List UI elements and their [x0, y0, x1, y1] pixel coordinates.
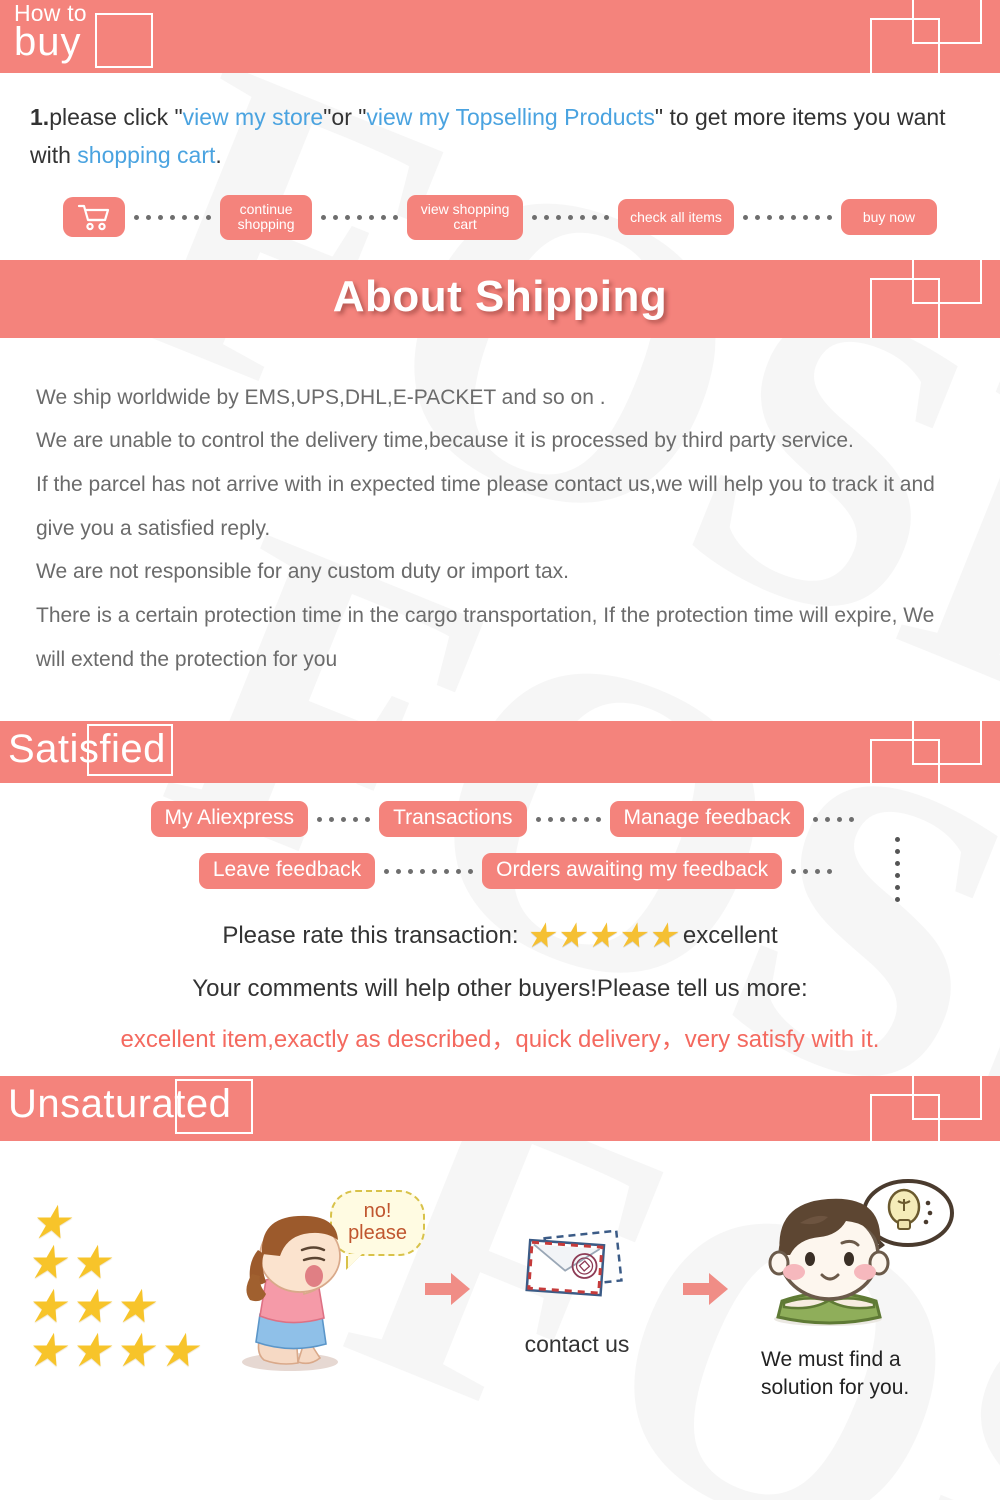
flow-connector-dots — [527, 816, 610, 822]
feedback-step-my-aliexpress[interactable]: My Aliexpress — [150, 801, 309, 838]
flow-connector-dots-vertical — [895, 837, 900, 903]
feedback-flow-diagram: My Aliexpress Transactions Manage feedba… — [0, 801, 1000, 903]
squares-decoration-icon-2 — [870, 739, 940, 784]
flow-connector-dots — [312, 214, 407, 220]
feedback-step-transactions[interactable]: Transactions — [379, 801, 527, 838]
star-icon: ★ — [157, 1323, 199, 1376]
satisfied-section: My Aliexpress Transactions Manage feedba… — [0, 783, 1000, 1062]
squares-decoration-icon-2 — [870, 1094, 940, 1142]
intro-paragraph: 1.please click "view my store"or "view m… — [0, 73, 1000, 181]
intro-text-1: please click " — [49, 104, 183, 130]
squares-decoration-icon-2 — [870, 18, 940, 73]
thinking-boy-icon — [768, 1178, 954, 1326]
feedback-flow-row-1: My Aliexpress Transactions Manage feedba… — [0, 801, 1000, 838]
rating-stars[interactable]: ★ ★ ★ ★ ★ — [525, 919, 677, 953]
unsaturated-illustration-row: ★ ★ ★ ★ ★ ★ ★ ★ ★ ★ no! please contact u… — [0, 1141, 1000, 1431]
flow-connector-dots — [375, 868, 482, 874]
flow-connector-dots — [804, 816, 863, 822]
airmail-envelope-icon — [525, 1229, 623, 1297]
contact-us-label: contact us — [524, 1330, 630, 1357]
comment-prompt: Your comments will help other buyers!Ple… — [192, 975, 808, 1003]
satisfied-banner: Satisfied — [0, 721, 1000, 784]
flow-connector-dots — [523, 214, 618, 220]
unsaturated-banner: Unsaturated — [0, 1076, 1000, 1142]
intro-number: 1. — [30, 104, 50, 130]
rating-prompt-row: Please rate this transaction: ★ ★ ★ ★ ★ … — [0, 919, 1000, 953]
feedback-step-leave-feedback[interactable]: Leave feedback — [198, 853, 376, 890]
buy-flow-diagram: continue shopping view shopping cart che… — [0, 181, 1000, 260]
flow-step-view-shopping-cart[interactable]: view shopping cart — [407, 194, 524, 240]
feedback-step-orders-awaiting-my-feedback[interactable]: Orders awaiting my feedback — [482, 853, 783, 890]
star-icon: ★ — [69, 1279, 111, 1332]
page-root: FOSD FOSD FOSD How to buy 1.please click… — [0, 0, 1000, 1500]
kneeling-girl-icon — [242, 1216, 341, 1372]
star-icon[interactable]: ★ — [646, 919, 676, 953]
boy-caption: We must find a solution for you. — [735, 1346, 975, 1403]
flow-step-check-all-items[interactable]: check all items — [618, 199, 734, 236]
shipping-line-4: We are not responsible for any custom du… — [36, 560, 570, 584]
thinking-boy-block: We must find a solution for you. — [735, 1177, 975, 1403]
view-my-store-link[interactable]: view my store — [183, 104, 324, 130]
star-icon[interactable]: ★ — [525, 919, 555, 953]
contact-us-block: contact us — [477, 1221, 677, 1358]
right-arrow-icon-2 — [677, 1272, 735, 1306]
view-topselling-products-link[interactable]: view my Topselling Products — [366, 104, 654, 130]
flow-connector-dots — [782, 868, 841, 874]
boy-caption-line2: solution for you. — [761, 1375, 910, 1399]
shipping-policy-text: We ship worldwide by EMS,UPS,DHL,E-PACKE… — [0, 338, 1000, 722]
flow-step-buy-now[interactable]: buy now — [840, 199, 937, 236]
rating-prompt-label: Please rate this transaction: — [222, 922, 519, 950]
star-icon: ★ — [25, 1235, 67, 1288]
shipping-line-5: There is a certain protection time in th… — [36, 604, 935, 671]
star-icon: ★ — [25, 1323, 67, 1376]
kneeling-girl-illustration: no! please — [204, 1184, 425, 1394]
squares-decoration-icon-2 — [870, 277, 940, 338]
shopping-cart-icon[interactable] — [63, 197, 126, 238]
star-icon: ★ — [25, 1279, 67, 1332]
star-icon[interactable]: ★ — [555, 919, 585, 953]
intro-text-4: . — [215, 141, 222, 168]
shopping-cart-link[interactable]: shopping cart — [77, 142, 215, 168]
star-icon: ★ — [113, 1323, 155, 1376]
howto-square-outline — [95, 13, 153, 68]
satisfied-square-outline — [87, 724, 173, 777]
about-shipping-title: About Shipping — [332, 271, 668, 321]
flow-connector-dots — [734, 214, 841, 220]
flow-step-continue-shopping[interactable]: continue shopping — [220, 194, 313, 240]
rating-suffix-label: excellent — [682, 922, 778, 950]
right-arrow-icon-1 — [419, 1272, 477, 1306]
flow-connector-dots — [125, 214, 220, 220]
how-to-buy-title-line2: buy — [14, 20, 82, 64]
feedback-step-manage-feedback[interactable]: Manage feedback — [609, 801, 805, 838]
about-shipping-banner: About Shipping — [0, 259, 1000, 338]
star-pyramid: ★ ★ ★ ★ ★ ★ ★ ★ ★ ★ — [25, 1197, 200, 1382]
shipping-line-2: We are unable to control the delivery ti… — [36, 429, 854, 453]
shipping-line-3: If the parcel has not arrive with in exp… — [36, 473, 935, 540]
star-icon: ★ — [113, 1279, 155, 1332]
how-to-buy-banner: How to buy — [0, 0, 1000, 73]
shipping-line-1: We ship worldwide by EMS,UPS,DHL,E-PACKE… — [36, 385, 606, 409]
how-to-buy-title: How to buy — [14, 2, 87, 64]
intro-text-2: "or " — [323, 104, 367, 130]
feedback-flow-row-2: Leave feedback Orders awaiting my feedba… — [0, 853, 1000, 890]
unsaturated-square-outline — [175, 1079, 253, 1135]
star-icon[interactable]: ★ — [585, 919, 615, 953]
star-icon: ★ — [69, 1323, 111, 1376]
flow-connector-dots — [308, 816, 379, 822]
sample-comment-text: excellent item,exactly as described，quic… — [120, 1026, 880, 1054]
star-icon[interactable]: ★ — [616, 919, 646, 953]
star-icon: ★ — [69, 1235, 111, 1288]
boy-caption-line1: We must find a — [761, 1347, 901, 1371]
